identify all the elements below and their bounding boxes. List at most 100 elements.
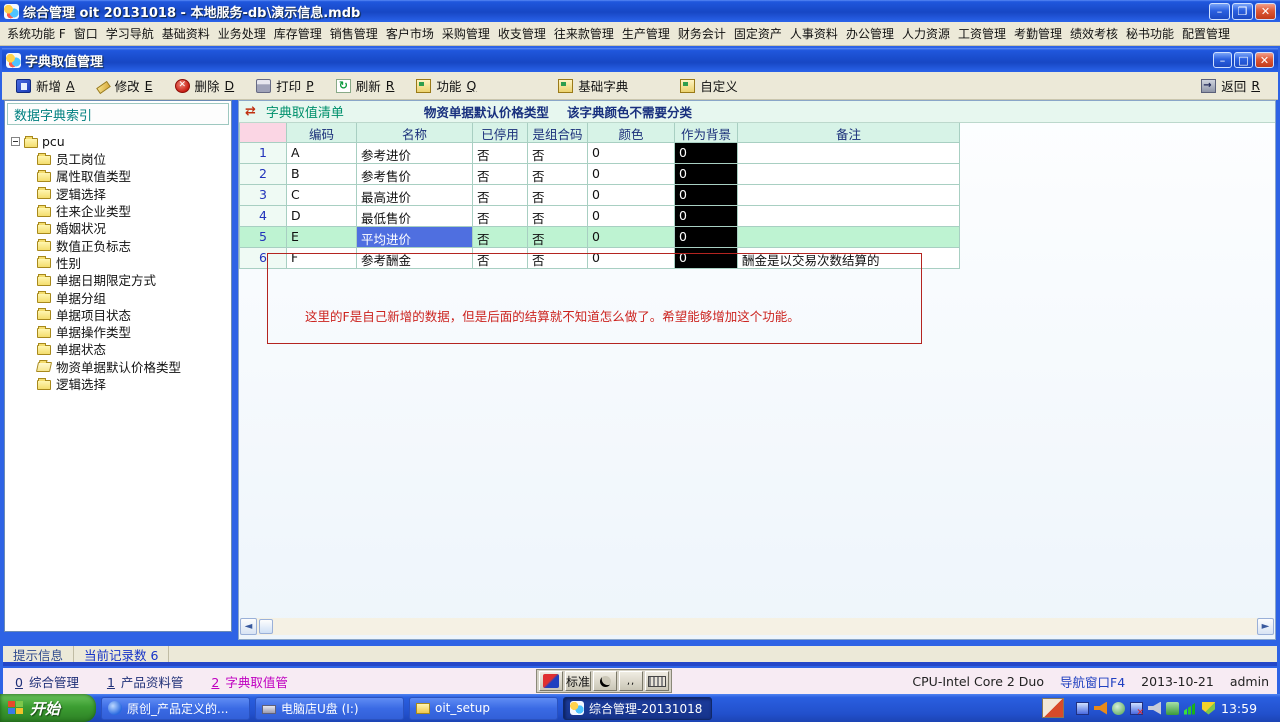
tree-item[interactable]: 往来企业类型 — [11, 202, 231, 219]
folder-icon — [37, 345, 51, 355]
taskbar-task-button[interactable]: 原创_产品定义的... — [101, 697, 250, 720]
tree-item[interactable]: 单据状态 — [11, 340, 231, 357]
tree-item[interactable]: 逻辑选择 — [11, 185, 231, 202]
tray-icon[interactable] — [1166, 702, 1179, 715]
table-row[interactable]: 1 A 参考进价 否 否 0 0 — [240, 143, 960, 164]
menu-item[interactable]: 考勤管理 — [1010, 25, 1066, 42]
menu-item[interactable]: 采购管理 — [438, 25, 494, 42]
note-cell — [738, 164, 960, 185]
mdi-window-tab[interactable]: 1 产品资料管 — [107, 672, 183, 691]
minimize-icon[interactable]: – — [1209, 3, 1230, 20]
scroll-left-icon[interactable]: ◄ — [240, 618, 257, 635]
tree-root-pcu[interactable]: pcu — [11, 133, 231, 150]
scroll-right-icon[interactable]: ► — [1257, 618, 1274, 635]
menu-item[interactable]: 库存管理 — [270, 25, 326, 42]
system-tray — [1076, 702, 1215, 715]
menu-bar: 系统功能 F窗口学习导航基础资料业务处理库存管理销售管理客户市场采购管理收支管理… — [0, 22, 1280, 46]
delete-button[interactable]: 删除D — [175, 76, 235, 95]
tree-item[interactable]: 员工岗位 — [11, 150, 231, 167]
menu-item[interactable]: 固定资产 — [730, 25, 786, 42]
folder-icon — [37, 155, 51, 165]
menu-item[interactable]: 绩效考核 — [1066, 25, 1122, 42]
restore-icon[interactable]: ❐ — [1232, 3, 1253, 20]
return-button[interactable]: 返回R — [1201, 76, 1260, 95]
menu-item[interactable]: 窗口 — [70, 25, 102, 42]
tree-item[interactable]: 数值正负标志 — [11, 236, 231, 253]
ime-punctuation-button[interactable]: ,, — [619, 671, 643, 691]
inner-maximize-icon[interactable]: □ — [1234, 52, 1253, 68]
taskbar-task-button[interactable]: 综合管理-20131018 — [563, 697, 712, 720]
menu-item[interactable]: 配置管理 — [1178, 25, 1234, 42]
table-row[interactable]: 4 D 最低售价 否 否 0 0 — [240, 206, 960, 227]
nav-window-shortcut[interactable]: 导航窗口F4 — [1060, 672, 1125, 691]
menu-item[interactable]: 业务处理 — [214, 25, 270, 42]
tree-item[interactable]: 物资单据默认价格类型 — [11, 358, 231, 375]
mdi-window-tab[interactable]: 2 字典取值管 — [211, 672, 287, 691]
close-icon[interactable]: ✕ — [1255, 3, 1276, 20]
tray-icon[interactable] — [1148, 702, 1161, 715]
base-dict-button[interactable]: 基础字典 — [558, 76, 628, 95]
mdi-window-tab[interactable]: 0 综合管理 — [15, 672, 79, 691]
start-button[interactable]: 开始 — [0, 694, 96, 722]
menu-item[interactable]: 收支管理 — [494, 25, 550, 42]
tray-icon[interactable] — [1094, 702, 1107, 715]
menu-item[interactable]: 客户市场 — [382, 25, 438, 42]
code-cell: A — [287, 143, 357, 164]
function-button[interactable]: 功能Q — [416, 76, 476, 95]
menu-item[interactable]: 人力资源 — [898, 25, 954, 42]
tree-item[interactable]: 逻辑选择 — [11, 375, 231, 392]
tree-item-label: 单据分组 — [56, 288, 106, 307]
tree-item[interactable]: 单据操作类型 — [11, 323, 231, 340]
custom-button[interactable]: 自定义 — [680, 76, 738, 95]
tray-icon[interactable] — [1184, 702, 1197, 715]
menu-item[interactable]: 工资管理 — [954, 25, 1010, 42]
collapse-icon[interactable] — [11, 137, 20, 146]
taskbar-task-button[interactable]: oit_setup — [409, 697, 558, 720]
taskbar-task-button[interactable]: 电脑店U盘 (I:) — [255, 697, 404, 720]
tray-icon[interactable] — [1112, 702, 1125, 715]
edit-button[interactable]: 修改E — [97, 76, 153, 95]
background-cell: 0 — [675, 164, 738, 185]
table-row[interactable]: 5 E 平均进价 否 否 0 0 — [240, 227, 960, 248]
scrollbar-thumb[interactable] — [259, 619, 273, 634]
code-cell: D — [287, 206, 357, 227]
menu-item[interactable]: 学习导航 — [102, 25, 158, 42]
table-row[interactable]: 2 B 参考售价 否 否 0 0 — [240, 164, 960, 185]
ime-toolbar: 标准 ,, — [536, 669, 672, 693]
language-bar-icon[interactable] — [1042, 698, 1064, 718]
tree-item[interactable]: 单据项目状态 — [11, 306, 231, 323]
ime-mode-button[interactable]: 标准 — [565, 671, 591, 691]
menu-item[interactable]: 基础资料 — [158, 25, 214, 42]
tree-item[interactable]: 单据分组 — [11, 288, 231, 305]
menu-item[interactable]: 财务会计 — [674, 25, 730, 42]
ime-keyboard-button[interactable] — [645, 671, 669, 691]
inner-close-icon[interactable]: ✕ — [1255, 52, 1274, 68]
tree-item-label: 物资单据默认价格类型 — [56, 357, 181, 376]
folder-icon — [37, 293, 51, 303]
tree-item[interactable]: 婚姻状况 — [11, 219, 231, 236]
tab-dict-value-list[interactable]: 字典取值清单 — [266, 102, 344, 121]
function-icon — [416, 79, 431, 93]
menu-item[interactable]: 系统功能 F — [3, 25, 70, 42]
tree-item[interactable]: 性别 — [11, 254, 231, 271]
horizontal-scrollbar[interactable]: ◄ ► — [240, 618, 1274, 635]
refresh-button[interactable]: 刷新R — [336, 76, 395, 95]
tray-icon[interactable] — [1076, 702, 1089, 715]
table-row[interactable]: 3 C 最高进价 否 否 0 0 — [240, 185, 960, 206]
inner-minimize-icon[interactable]: – — [1213, 52, 1232, 68]
tree-item[interactable]: 属性取值类型 — [11, 167, 231, 184]
menu-item[interactable]: 销售管理 — [326, 25, 382, 42]
menu-item[interactable]: 办公管理 — [842, 25, 898, 42]
tree-item[interactable]: 单据日期限定方式 — [11, 271, 231, 288]
ime-language-button[interactable] — [539, 671, 563, 691]
menu-item[interactable]: 往来款管理 — [550, 25, 618, 42]
print-button[interactable]: 打印P — [256, 76, 314, 95]
tray-icon[interactable] — [1130, 702, 1143, 715]
new-button[interactable]: 新增A — [16, 76, 75, 95]
menu-item[interactable]: 秘书功能 — [1122, 25, 1178, 42]
ime-fullhalf-button[interactable] — [593, 671, 617, 691]
menu-item[interactable]: 生产管理 — [618, 25, 674, 42]
tray-icon[interactable] — [1202, 702, 1215, 715]
menu-item[interactable]: 人事资料 — [786, 25, 842, 42]
tree-item-label: 婚姻状况 — [56, 218, 106, 237]
